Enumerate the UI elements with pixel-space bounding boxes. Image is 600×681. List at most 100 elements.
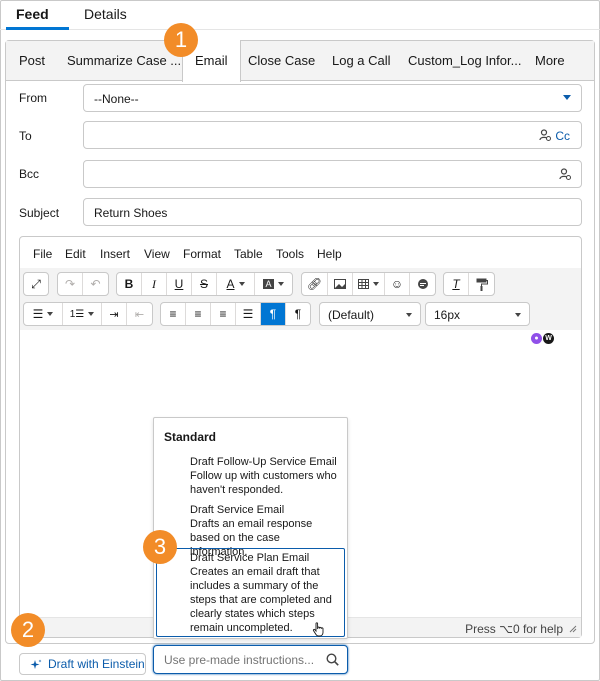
to-field[interactable]: Cc xyxy=(83,121,582,149)
menu-view[interactable]: View xyxy=(144,247,170,261)
toolbar-group-text-format: B I U S A A xyxy=(116,272,293,296)
instructions-search-box xyxy=(153,645,348,674)
tab-close-case[interactable]: Close Case xyxy=(248,53,315,68)
indent-button[interactable]: ⇥ xyxy=(102,303,127,325)
format-painter-button[interactable] xyxy=(469,273,494,295)
draft-with-einstein-button[interactable]: Draft with Einstein xyxy=(19,653,146,675)
italic-icon: I xyxy=(152,276,156,291)
text-color-button[interactable]: A xyxy=(217,273,255,295)
keyboard-help-hint: Press ⌥0 for help xyxy=(465,622,563,636)
menu-format[interactable]: Format xyxy=(183,247,221,261)
insert-emoji-button[interactable]: ☺ xyxy=(385,273,410,295)
grammar-extension-icon[interactable]: ● xyxy=(531,333,542,344)
underline-button[interactable]: U xyxy=(167,273,192,295)
undo-button[interactable]: ↶ xyxy=(83,273,108,295)
resize-handle-icon[interactable] xyxy=(569,625,577,633)
hand-pointer-icon xyxy=(312,622,324,637)
menu-help[interactable]: Help xyxy=(317,247,342,261)
rtl-direction-button[interactable]: ¶ xyxy=(286,303,310,325)
align-left-icon: ≡ xyxy=(169,307,177,321)
tab-details[interactable]: Details xyxy=(84,6,127,22)
instruction-option-follow-up[interactable]: Draft Follow-Up Service Email Follow up … xyxy=(190,455,340,497)
editor-menubar: File Edit Insert View Format Table Tools… xyxy=(20,237,581,269)
bcc-label: Bcc xyxy=(19,167,40,181)
toolbar-group-lists: ☰ 1☰ ⇥ ⇤ xyxy=(23,302,153,326)
text-color-icon: A xyxy=(226,277,235,291)
menu-table[interactable]: Table xyxy=(234,247,263,261)
publisher-action-tabs: Post Summarize Case ... Email Close Case… xyxy=(6,40,594,82)
undo-icon: ↶ xyxy=(90,277,101,291)
bullet-list-button[interactable]: ☰ xyxy=(24,303,63,325)
search-icon[interactable] xyxy=(326,653,339,666)
outdent-button[interactable]: ⇤ xyxy=(127,303,152,325)
tab-log-a-call[interactable]: Log a Call xyxy=(332,53,391,68)
tab-post[interactable]: Post xyxy=(19,53,45,68)
menu-insert[interactable]: Insert xyxy=(100,247,130,261)
insert-table-button[interactable] xyxy=(353,273,385,295)
font-family-select[interactable]: (Default) xyxy=(319,302,421,326)
chevron-down-icon xyxy=(563,95,571,100)
menu-edit[interactable]: Edit xyxy=(65,247,86,261)
chevron-down-icon xyxy=(47,312,54,316)
menu-file[interactable]: File xyxy=(33,247,52,261)
italic-button[interactable]: I xyxy=(142,273,167,295)
callout-badge-1: 1 xyxy=(164,23,198,57)
tab-more[interactable]: More xyxy=(535,53,565,68)
insert-quick-text-button[interactable] xyxy=(410,273,435,295)
clear-formatting-button[interactable]: T xyxy=(444,273,469,295)
redo-button[interactable]: ↷ xyxy=(58,273,83,295)
highlight-color-icon: A xyxy=(263,279,274,289)
writing-assistant-icon[interactable]: W xyxy=(543,333,554,344)
font-size-select[interactable]: 16px xyxy=(425,302,530,326)
underline-icon: U xyxy=(174,277,184,291)
to-label: To xyxy=(19,129,32,143)
justify-button[interactable]: ☰ xyxy=(236,303,261,325)
highlight-color-button[interactable]: A xyxy=(255,273,292,295)
toolbar-group-fullscreen: ⤢ xyxy=(23,272,49,296)
align-center-icon: ≡ xyxy=(194,307,202,321)
from-select[interactable]: --None-- xyxy=(83,84,582,112)
image-icon xyxy=(334,279,346,289)
sparkle-icon xyxy=(30,659,42,669)
tab-summarize-case[interactable]: Summarize Case ... xyxy=(67,53,181,68)
align-right-icon: ≡ xyxy=(219,307,227,321)
tab-feed[interactable]: Feed xyxy=(16,6,49,22)
indent-icon: ⇥ xyxy=(109,308,119,321)
insert-link-button[interactable]: 🔗︎ xyxy=(302,273,328,295)
chevron-down-icon xyxy=(515,313,521,317)
contact-lookup-icon[interactable] xyxy=(559,168,571,180)
redo-icon: ↷ xyxy=(64,277,76,291)
record-tabs: Feed Details xyxy=(0,0,600,30)
align-left-button[interactable]: ≡ xyxy=(161,303,186,325)
paint-roller-icon xyxy=(476,278,488,291)
clear-formatting-icon: T xyxy=(452,277,460,291)
fullscreen-button[interactable]: ⤢ xyxy=(24,273,48,295)
instructions-search-input[interactable] xyxy=(164,653,314,667)
chevron-down-icon xyxy=(406,313,412,317)
menu-tools[interactable]: Tools xyxy=(276,247,304,261)
chevron-down-icon xyxy=(277,282,284,286)
dropdown-group-heading: Standard xyxy=(164,430,217,444)
subject-label: Subject xyxy=(19,206,60,220)
align-center-button[interactable]: ≡ xyxy=(186,303,211,325)
from-label: From xyxy=(19,91,47,105)
instruction-option-title: Draft Service Plan Email xyxy=(190,552,310,564)
insert-image-button[interactable] xyxy=(328,273,353,295)
instruction-option-title: Draft Service Email xyxy=(190,504,285,516)
numbered-list-button[interactable]: 1☰ xyxy=(63,303,102,325)
align-right-button[interactable]: ≡ xyxy=(211,303,236,325)
font-family-value: (Default) xyxy=(328,308,375,322)
strikethrough-button[interactable]: S xyxy=(192,273,217,295)
active-tab-indicator xyxy=(6,27,69,30)
subject-input[interactable]: Return Shoes xyxy=(83,198,582,226)
table-icon xyxy=(358,279,369,289)
tab-custom-log-information[interactable]: Custom_Log Infor... xyxy=(408,53,521,68)
bold-button[interactable]: B xyxy=(117,273,142,295)
bullet-list-icon: ☰ xyxy=(32,307,44,321)
callout-badge-3: 3 xyxy=(143,530,177,564)
cc-link[interactable]: Cc xyxy=(555,129,570,143)
contact-lookup-icon[interactable] xyxy=(539,129,551,141)
ltr-direction-button[interactable]: ¶ xyxy=(261,303,286,325)
bcc-field[interactable] xyxy=(83,160,582,188)
ltr-paragraph-icon: ¶ xyxy=(269,307,277,321)
